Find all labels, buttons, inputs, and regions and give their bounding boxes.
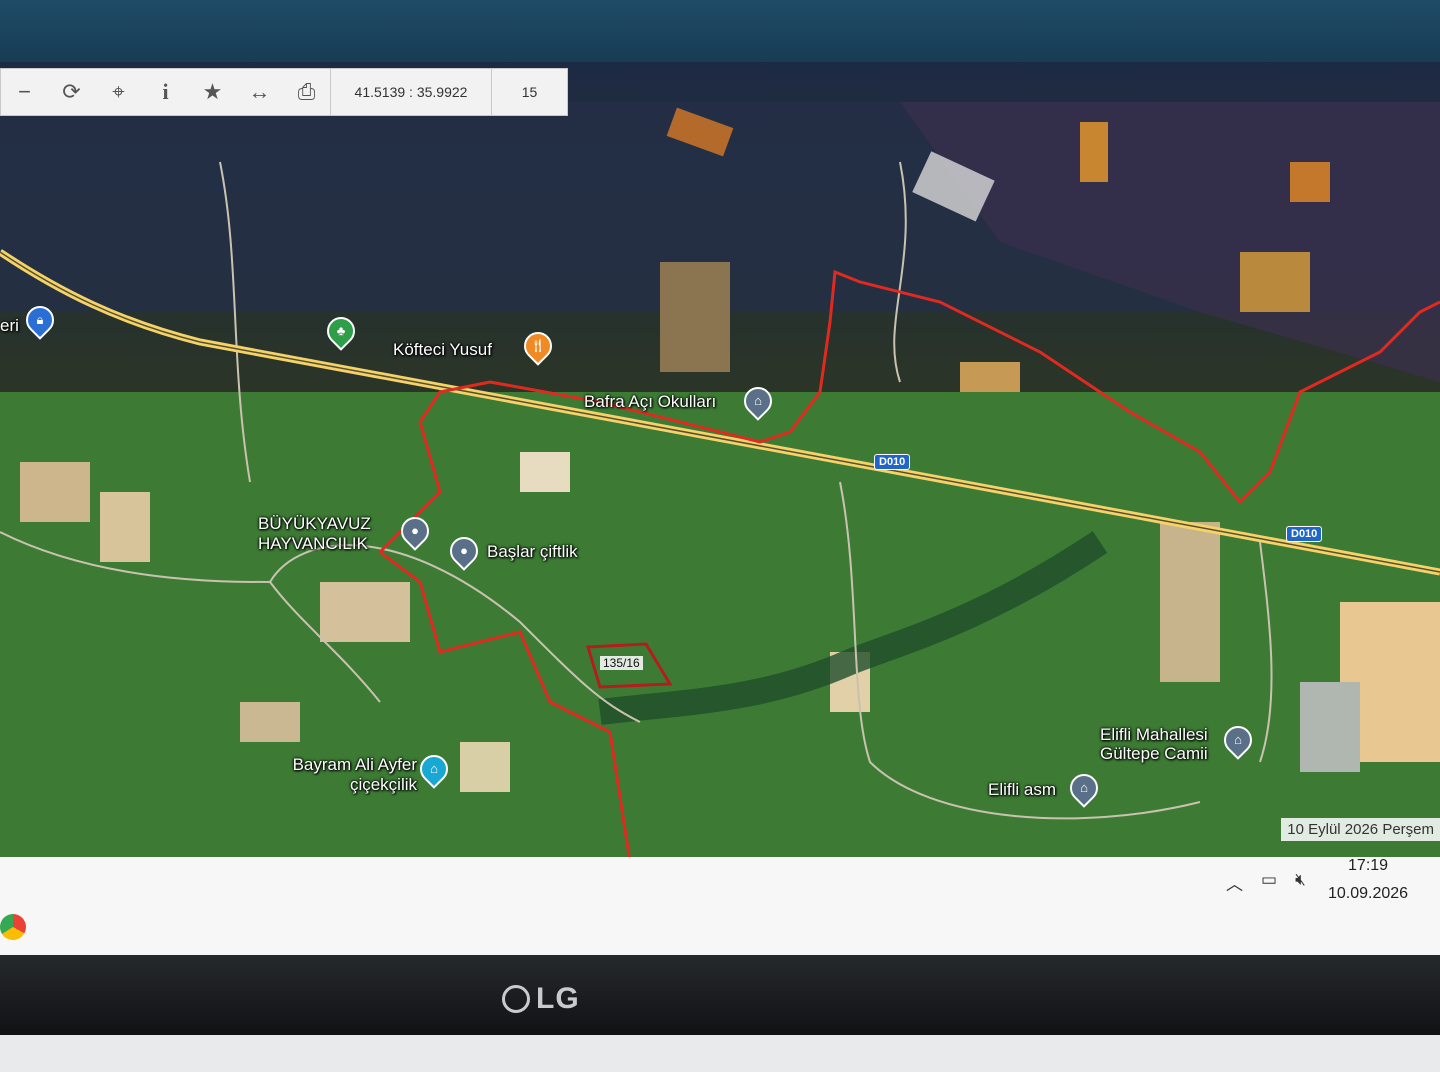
monitor-frame-top <box>0 0 1440 70</box>
network-icon[interactable]: ▭ <box>1261 870 1277 895</box>
poi-label-baslar[interactable]: Başlar çiftlik <box>487 542 578 562</box>
road-shield: D010 <box>874 454 911 470</box>
satellite-map[interactable] <box>0 62 1440 962</box>
poi-label-kofteci[interactable]: Köfteci Yusuf <box>393 340 492 360</box>
poi-label-elifli-asm[interactable]: Elifli asm <box>988 780 1056 800</box>
system-tray: ︿ ▭ 🔇︎ <box>1226 870 1306 895</box>
locate-icon[interactable]: ⌖ <box>95 69 142 115</box>
chrome-app-icon[interactable] <box>0 914 26 940</box>
chevron-up-icon[interactable]: ︿ <box>1226 870 1243 895</box>
lg-ring-icon <box>502 985 530 1013</box>
map-toolbar: − ⟳ ⌖ i ★ ↔ ⎙ 41.5139 : 35.9922 15 <box>0 68 568 116</box>
taskbar <box>0 857 1440 962</box>
clock-date: 10.09.2026 <box>1328 885 1409 902</box>
monitor-bezel <box>0 955 1440 1035</box>
desk-surface <box>0 1035 1440 1072</box>
info-icon[interactable]: i <box>142 69 189 115</box>
zoom-out-icon[interactable]: − <box>1 69 48 115</box>
zoom-level: 15 <box>521 84 538 100</box>
clock-time: 17:19 <box>1348 857 1389 874</box>
volume-muted-icon[interactable]: 🔇︎ <box>1295 870 1306 895</box>
date-banner: 10 Eylül 2026 Perşem <box>1281 818 1440 841</box>
print-icon[interactable]: ⎙ <box>283 69 330 115</box>
taskbar-clock[interactable]: 17:19 10.09.2026 <box>1328 852 1408 908</box>
measure-icon[interactable]: ↔ <box>236 69 283 115</box>
coordinate-readout: 41.5139 : 35.9922 <box>330 69 492 115</box>
parcel-label[interactable]: 135/16 <box>600 656 643 670</box>
monitor-logo: LG <box>502 982 580 1016</box>
road-shield: D010 <box>1286 526 1323 542</box>
screen: − ⟳ ⌖ i ★ ↔ ⎙ 41.5139 : 35.9922 15 🔒︎ er… <box>0 62 1440 962</box>
favorite-icon[interactable]: ★ <box>189 69 236 115</box>
poi-label-bafra[interactable]: Bafra Açı Okulları <box>584 392 716 412</box>
refresh-icon[interactable]: ⟳ <box>48 69 95 115</box>
poi-label-bayram[interactable]: Bayram Ali Ayfer çiçekçilik <box>272 755 417 795</box>
monitor-brand: LG <box>536 982 580 1015</box>
poi-label-elifli-mahallesi[interactable]: Elifli Mahallesi Gültepe Camii <box>1100 725 1222 763</box>
poi-label-buyukyavuz[interactable]: BÜYÜKYAVUZ HAYVANCILIK <box>258 514 398 554</box>
poi-label-eri: eri <box>0 316 19 335</box>
